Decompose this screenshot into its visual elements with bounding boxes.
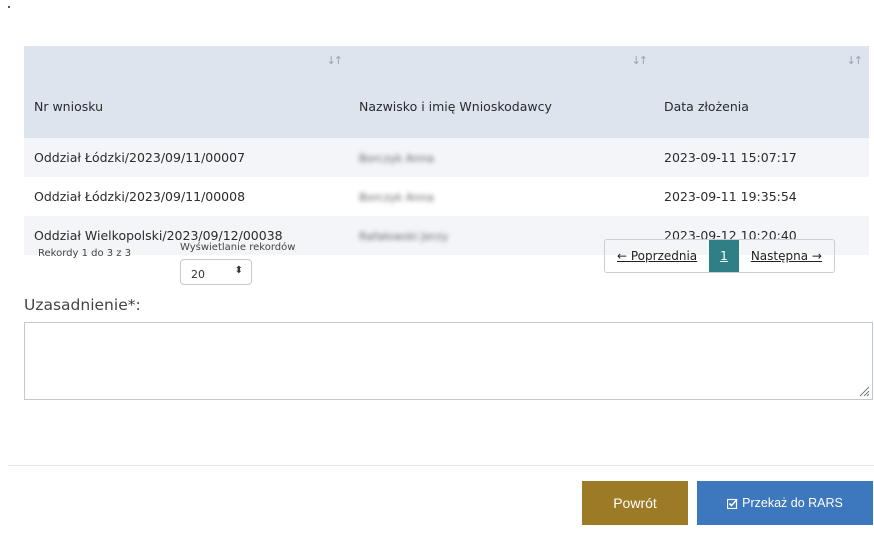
pagination-current-page[interactable]: 1 [709,240,739,272]
check-square-icon [727,498,738,509]
table-row[interactable]: Oddział Łódzki/2023/09/11/00007 Borczyk … [24,138,869,177]
page-length-value: 20 [191,268,205,281]
page-length-label: Wyświetlanie rekordów [180,242,296,253]
column-header-label: Nazwisko i imię Wnioskodawcy [359,99,552,114]
cell-number: Oddział Łódzki/2023/09/11/00008 [24,177,349,216]
column-header-date[interactable]: Data złożenia ↓↑ [654,46,869,138]
table-row[interactable]: Oddział Łódzki/2023/09/11/00008 Borczyk … [24,177,869,216]
reason-textarea[interactable] [24,322,873,400]
back-button[interactable]: Powrót [582,481,688,525]
applicant-name-redacted: Borczyk Anna [359,191,434,204]
sort-icon[interactable]: ↓↑ [632,54,649,67]
sort-icon[interactable]: ↓↑ [847,54,864,67]
records-table: Nr wniosku ↓↑ Nazwisko i imię Wnioskodaw… [24,46,869,255]
cell-date: 2023-09-11 19:35:54 [654,177,869,216]
pagination: ← Poprzednia 1 Następna → [604,239,835,273]
cell-applicant: Borczyk Anna [349,138,654,177]
table-header-row: Nr wniosku ↓↑ Nazwisko i imię Wnioskodaw… [24,46,869,138]
corner-mark [8,6,10,8]
resize-grip-icon[interactable] [858,385,870,397]
column-header-label: Nr wniosku [34,99,104,114]
cell-applicant: Borczyk Anna [349,177,654,216]
column-header-number[interactable]: Nr wniosku ↓↑ [24,46,349,138]
sort-icon[interactable]: ↓↑ [327,54,344,67]
submit-to-rars-button[interactable]: Przekaż do RARS [697,481,873,525]
divider [8,465,874,466]
column-header-label: Data złożenia [664,99,749,114]
reason-label: Uzasadnienie*: [24,296,141,314]
pagination-next[interactable]: Następna → [739,240,834,272]
page-length-select[interactable]: 20 ⬍ [180,259,252,285]
back-button-label: Powrót [613,495,657,511]
applicant-name-redacted: Borczyk Anna [359,152,434,165]
pagination-previous[interactable]: ← Poprzednia [605,240,709,272]
column-header-applicant[interactable]: Nazwisko i imię Wnioskodawcy ↓↑ [349,46,654,138]
cell-number: Oddział Łódzki/2023/09/11/00007 [24,138,349,177]
cell-date: 2023-09-11 15:07:17 [654,138,869,177]
records-info: Rekordy 1 do 3 z 3 [38,248,132,259]
submit-button-label: Przekaż do RARS [742,496,843,510]
applicant-name-redacted: Rafałowski Jerzy [359,230,449,243]
select-arrows-icon: ⬍ [234,265,243,276]
